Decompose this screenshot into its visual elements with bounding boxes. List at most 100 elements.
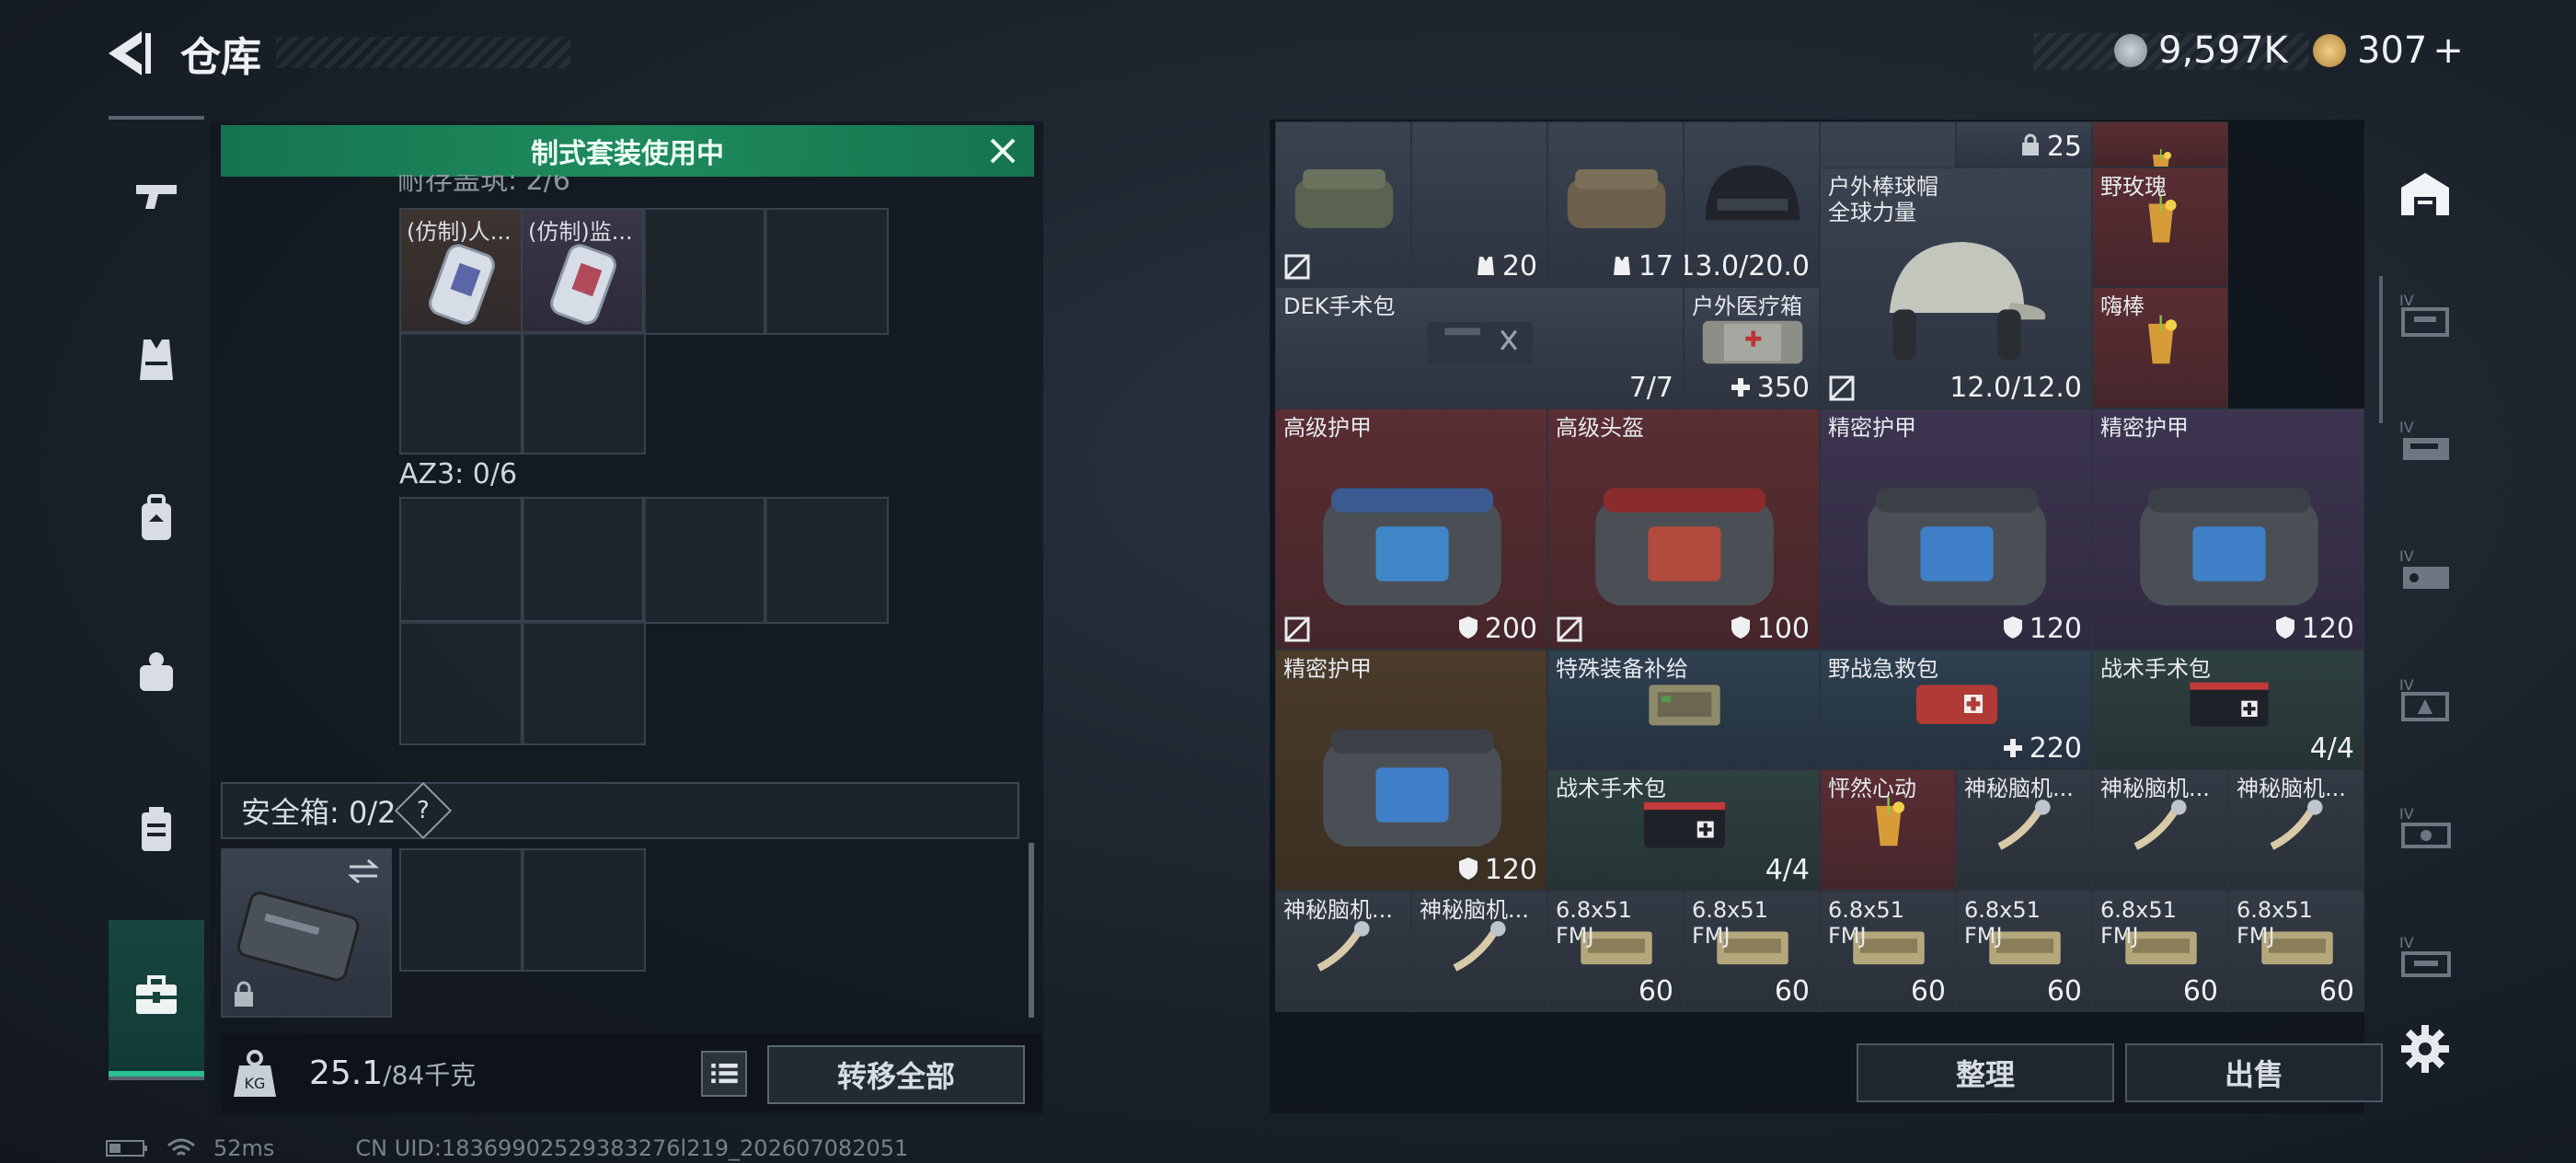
no-insurance-icon — [1556, 616, 1583, 643]
az3-slot[interactable] — [521, 497, 646, 624]
storage-item[interactable]: 高级头盔 100 — [1547, 409, 1820, 650]
item-name: DEK手术包 — [1283, 294, 1396, 319]
storage-item[interactable]: DEK手术包 7/7 — [1275, 287, 1684, 409]
tab-storage-main[interactable] — [2381, 138, 2469, 248]
svg-text:IV: IV — [2399, 934, 2414, 951]
sort-button[interactable]: 整理 — [1857, 1043, 2114, 1102]
storage-page-icon: IV — [2399, 419, 2449, 460]
tab-storage-4[interactable]: IV — [2381, 515, 2469, 626]
storage-item[interactable]: 户外棒球帽 全球力量 12.0/12.0 — [1820, 167, 2092, 409]
storage-item[interactable]: 20 — [1411, 121, 1547, 287]
title-decoration — [276, 37, 570, 68]
az3-slot[interactable] — [399, 620, 524, 745]
storage-page-icon: IV — [2399, 805, 2451, 848]
svg-text:IV: IV — [2399, 419, 2414, 436]
pouch-slot-item[interactable]: (仿制)监... — [521, 208, 646, 335]
list-view-button[interactable] — [701, 1051, 747, 1097]
storage-item[interactable]: 精密护甲 120 — [1275, 650, 1547, 891]
storage-item[interactable]: 精密护甲 120 — [1820, 409, 2092, 650]
storage-item[interactable]: 高级护甲 200 — [1275, 409, 1547, 650]
nav-vest[interactable] — [109, 291, 204, 429]
storage-item[interactable]: 神秘脑机... — [1956, 769, 2092, 891]
tab-storage-5[interactable]: IV — [2381, 644, 2469, 754]
storage-item[interactable]: 神秘脑机... — [2228, 769, 2364, 891]
storage-item[interactable]: 户外医疗箱 350 — [1684, 287, 1820, 409]
safe-box-header: 安全箱: 0/2 ? — [221, 781, 1019, 840]
back-arrow-icon[interactable] — [101, 28, 156, 79]
sell-button[interactable]: 出售 — [2125, 1043, 2383, 1102]
storage-item[interactable]: 6.8x51 FMJ 60 — [2228, 891, 2364, 1012]
pouch-slot[interactable] — [521, 331, 646, 455]
ping: 52ms — [213, 1135, 275, 1161]
armor-plain-icon — [2128, 455, 2330, 632]
az3-slot[interactable] — [399, 497, 524, 624]
pouch-slot-item[interactable]: (仿制)人... — [399, 208, 524, 335]
storage-item[interactable] — [1275, 121, 1411, 287]
storage-page-icon: IV — [2399, 676, 2449, 721]
item-quantity: 60 — [1638, 975, 1673, 1008]
armor-plain-icon — [1311, 697, 1513, 873]
add-currency-icon[interactable]: + — [2432, 29, 2464, 72]
storage-item[interactable]: 怦然心动 — [1820, 769, 1956, 891]
tab-storage-7[interactable]: IV — [2381, 902, 2469, 1012]
tab-storage-3[interactable]: IV — [2381, 386, 2469, 497]
chip-icon — [1421, 917, 1539, 974]
pouch-slot[interactable] — [764, 208, 889, 335]
storage-item[interactable]: 6.8x51 FMJ 60 — [1684, 891, 1820, 1012]
item-quantity: 120 — [2274, 613, 2354, 645]
storage-item[interactable]: 战术手术包 4/4 — [1547, 769, 1820, 891]
pouch-slot[interactable] — [642, 208, 767, 335]
coin-amount: 9,597K — [2158, 29, 2288, 72]
storage-item[interactable]: 战术手术包 4/4 — [2092, 650, 2364, 769]
coin-icon — [2114, 34, 2147, 67]
tab-storage-6[interactable]: IV — [2381, 773, 2469, 883]
item-name: 户外棒球帽 全球力量 — [1828, 174, 1938, 225]
storage-item[interactable]: 6.8x51 FMJ 60 — [1547, 891, 1684, 1012]
storage-item[interactable]: 13.0/20.0 — [1684, 121, 1820, 287]
bag2-icon — [1558, 148, 1675, 249]
transfer-all-button[interactable]: 转移全部 — [767, 1045, 1025, 1104]
tab-storage-2[interactable]: IV — [2381, 259, 2469, 370]
scrollbar[interactable] — [1029, 843, 1034, 1018]
pouch-slot[interactable] — [399, 331, 524, 455]
drink-icon — [1830, 796, 1948, 853]
storage-item[interactable]: 6.8x51 FMJ 60 — [1820, 891, 1956, 1012]
storage-item[interactable]: 野战急救包 220 — [1820, 650, 2092, 769]
storage-item[interactable]: 野玫瑰 — [2092, 167, 2228, 287]
swap-icon[interactable] — [346, 858, 381, 885]
safe-slot[interactable] — [521, 848, 646, 972]
nav-secure-case[interactable] — [109, 760, 204, 898]
item-name: 怦然心动 — [1828, 776, 1916, 801]
storage-item[interactable]: 6.8x51 FMJ 60 — [2092, 891, 2228, 1012]
storage-item[interactable]: 特殊装备补给 — [1547, 650, 1820, 769]
nav-storage[interactable] — [109, 920, 204, 1077]
currency-premium[interactable]: 307 + — [2313, 26, 2464, 75]
az3-slot[interactable] — [521, 620, 646, 745]
help-icon[interactable]: ? — [395, 781, 453, 840]
storage-page-icon: IV — [2399, 547, 2449, 589]
storage-item[interactable]: 17 — [1547, 121, 1684, 287]
storage-item[interactable]: 神秘脑机... — [1275, 891, 1411, 1012]
az3-slot[interactable] — [642, 497, 767, 624]
close-icon[interactable] — [984, 132, 1021, 169]
bag-icon — [1285, 148, 1403, 249]
safe-slot[interactable] — [399, 848, 524, 972]
item-name: 神秘脑机... — [1283, 897, 1393, 923]
storage-item[interactable]: 6.8x51 FMJ 60 — [1956, 891, 2092, 1012]
nav-pouch[interactable] — [109, 604, 204, 742]
settings-gear-icon[interactable] — [2398, 1021, 2453, 1077]
nav-backpack[interactable] — [109, 449, 204, 587]
az3-slot[interactable] — [764, 497, 889, 624]
storage-item[interactable]: 嗨棒 — [2092, 287, 2228, 409]
nav-weapon[interactable] — [109, 125, 204, 263]
storage-item[interactable]: 25 — [1956, 121, 2092, 167]
storage-item[interactable] — [2092, 121, 2228, 167]
storage-item[interactable]: 精密护甲 120 — [2092, 409, 2364, 650]
storage-item[interactable]: 神秘脑机... — [2092, 769, 2228, 891]
item-name: 神秘脑机... — [2237, 776, 2346, 801]
safe-case-slot[interactable] — [221, 848, 392, 1018]
storage-item[interactable]: 神秘脑机... — [1411, 891, 1547, 1012]
warehouse-icon — [2401, 173, 2449, 215]
item-quantity: 25 — [2019, 131, 2082, 163]
helmet-icon — [1694, 148, 1811, 249]
